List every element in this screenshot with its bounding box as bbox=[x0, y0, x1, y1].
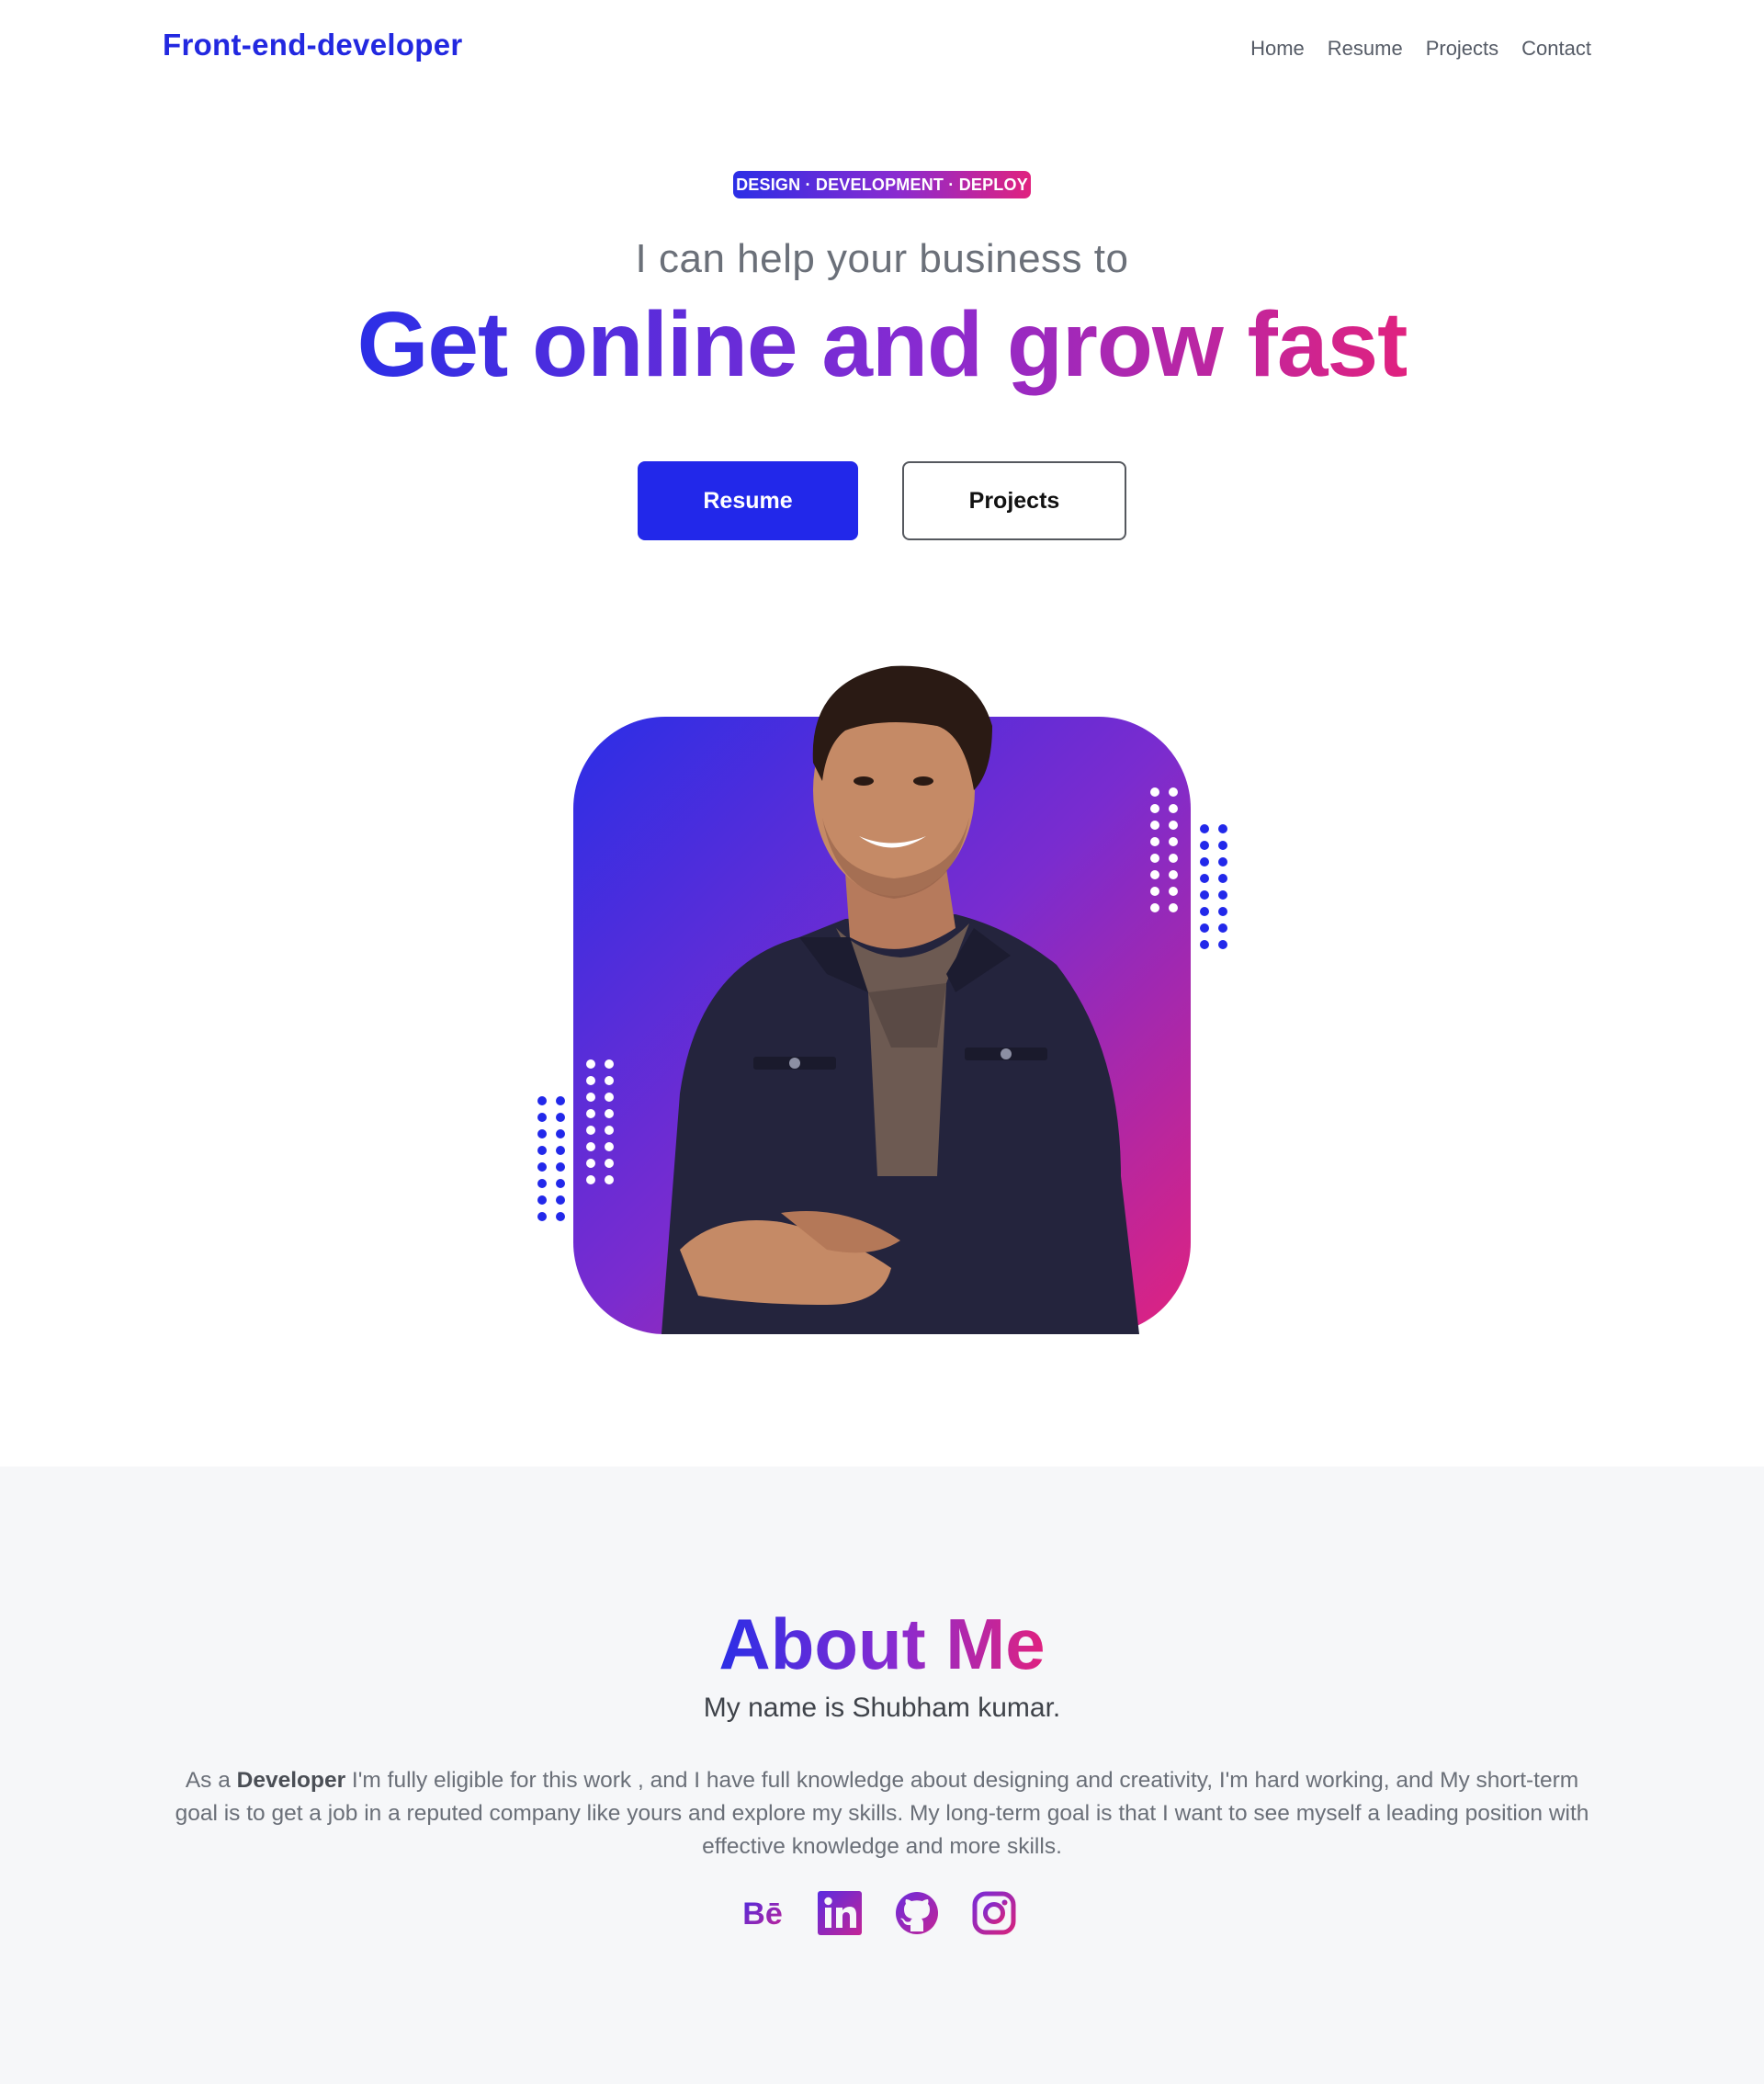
pattern-dot bbox=[1150, 804, 1159, 813]
pattern-dot bbox=[1169, 821, 1178, 830]
projects-button[interactable]: Projects bbox=[902, 461, 1126, 540]
pattern-dot bbox=[1200, 841, 1209, 850]
pattern-dot bbox=[1200, 907, 1209, 916]
pattern-dot bbox=[586, 1142, 595, 1151]
nav-projects[interactable]: Projects bbox=[1426, 37, 1498, 61]
main-nav: Home Resume Projects Contact bbox=[1250, 37, 1591, 61]
dot-pattern-top-right-blue bbox=[1200, 824, 1237, 957]
pattern-dot bbox=[586, 1126, 595, 1135]
pattern-dot bbox=[537, 1129, 547, 1138]
pattern-dot bbox=[1150, 903, 1159, 912]
about-title: About Me bbox=[718, 1603, 1046, 1684]
pattern-dot bbox=[1150, 821, 1159, 830]
pattern-dot bbox=[556, 1146, 565, 1155]
dot-pattern-top-right-white bbox=[1150, 787, 1187, 920]
pattern-dot bbox=[1169, 804, 1178, 813]
dot-pattern-bottom-left-blue bbox=[537, 1096, 574, 1229]
profile-photo bbox=[662, 665, 1139, 1334]
pattern-dot bbox=[1150, 870, 1159, 879]
pattern-dot bbox=[556, 1129, 565, 1138]
pattern-dot bbox=[605, 1126, 614, 1135]
brand-logo[interactable]: Front-end-developer bbox=[163, 28, 463, 62]
pattern-dot bbox=[1218, 923, 1227, 933]
about-section: About Me My name is Shubham kumar. As a … bbox=[0, 1467, 1764, 2084]
pattern-dot bbox=[1218, 857, 1227, 866]
hero-title: Get online and grow fast bbox=[356, 293, 1408, 396]
pattern-dot bbox=[1200, 857, 1209, 866]
pattern-dot bbox=[1169, 787, 1178, 797]
pattern-dot bbox=[1169, 870, 1178, 879]
pattern-dot bbox=[605, 1175, 614, 1184]
pattern-dot bbox=[1218, 907, 1227, 916]
dot-pattern-bottom-left-white bbox=[586, 1059, 623, 1192]
pattern-dot bbox=[537, 1113, 547, 1122]
about-subtitle: My name is Shubham kumar. bbox=[703, 1693, 1061, 1723]
pattern-dot bbox=[1169, 903, 1178, 912]
pattern-dot bbox=[1150, 837, 1159, 846]
pattern-dot bbox=[586, 1059, 595, 1069]
pattern-dot bbox=[537, 1096, 547, 1105]
pattern-dot bbox=[1200, 874, 1209, 883]
pattern-dot bbox=[1218, 940, 1227, 949]
pattern-dot bbox=[605, 1059, 614, 1069]
hero-subheading: I can help your business to bbox=[635, 236, 1129, 281]
about-body-prefix: As a bbox=[185, 1768, 237, 1793]
pattern-dot bbox=[1200, 923, 1209, 933]
about-description: As a Developer I'm fully eligible for th… bbox=[165, 1764, 1599, 1863]
pattern-dot bbox=[1218, 874, 1227, 883]
pattern-dot bbox=[537, 1195, 547, 1205]
pattern-dot bbox=[1218, 890, 1227, 900]
pattern-dot bbox=[605, 1076, 614, 1085]
pattern-dot bbox=[556, 1195, 565, 1205]
about-body-rest: I'm fully eligible for this work , and I… bbox=[175, 1768, 1589, 1859]
resume-button[interactable]: Resume bbox=[638, 461, 858, 540]
pattern-dot bbox=[1218, 841, 1227, 850]
nav-home[interactable]: Home bbox=[1250, 37, 1305, 61]
pattern-dot bbox=[1150, 887, 1159, 896]
pattern-dot bbox=[586, 1093, 595, 1102]
pattern-dot bbox=[586, 1175, 595, 1184]
pattern-dot bbox=[556, 1179, 565, 1188]
about-title-wrap: About Me bbox=[0, 1603, 1764, 1686]
pattern-dot bbox=[586, 1109, 595, 1118]
pattern-dot bbox=[1200, 890, 1209, 900]
pattern-dot bbox=[556, 1096, 565, 1105]
pattern-dot bbox=[605, 1093, 614, 1102]
pattern-dot bbox=[556, 1113, 565, 1122]
pattern-dot bbox=[605, 1159, 614, 1168]
pattern-dot bbox=[1218, 824, 1227, 833]
services-tag: DESIGN · DEVELOPMENT · DEPLOY bbox=[733, 171, 1031, 198]
behance-text: Bē bbox=[742, 1897, 782, 1931]
pattern-dot bbox=[537, 1146, 547, 1155]
pattern-dot bbox=[537, 1179, 547, 1188]
pattern-dot bbox=[1169, 854, 1178, 863]
pattern-dot bbox=[1150, 787, 1159, 797]
linkedin-icon[interactable] bbox=[818, 1891, 862, 1935]
nav-resume[interactable]: Resume bbox=[1328, 37, 1403, 61]
pattern-dot bbox=[556, 1162, 565, 1172]
instagram-icon[interactable] bbox=[972, 1891, 1016, 1935]
pattern-dot bbox=[1169, 837, 1178, 846]
pattern-dot bbox=[556, 1212, 565, 1221]
pattern-dot bbox=[1169, 887, 1178, 896]
social-links: Bē bbox=[741, 1891, 1016, 1935]
github-icon[interactable] bbox=[895, 1891, 939, 1935]
pattern-dot bbox=[586, 1159, 595, 1168]
hero-title-wrap: Get online and grow fast bbox=[0, 292, 1764, 398]
pattern-dot bbox=[537, 1212, 547, 1221]
pattern-dot bbox=[586, 1076, 595, 1085]
nav-contact[interactable]: Contact bbox=[1521, 37, 1591, 61]
pattern-dot bbox=[605, 1109, 614, 1118]
pattern-dot bbox=[605, 1142, 614, 1151]
about-body-bold: Developer bbox=[236, 1768, 346, 1793]
pattern-dot bbox=[1200, 940, 1209, 949]
behance-icon[interactable]: Bē bbox=[741, 1891, 785, 1935]
pattern-dot bbox=[1200, 824, 1209, 833]
pattern-dot bbox=[537, 1162, 547, 1172]
pattern-dot bbox=[1150, 854, 1159, 863]
site-header: Front-end-developer Home Resume Projects… bbox=[0, 0, 1764, 101]
